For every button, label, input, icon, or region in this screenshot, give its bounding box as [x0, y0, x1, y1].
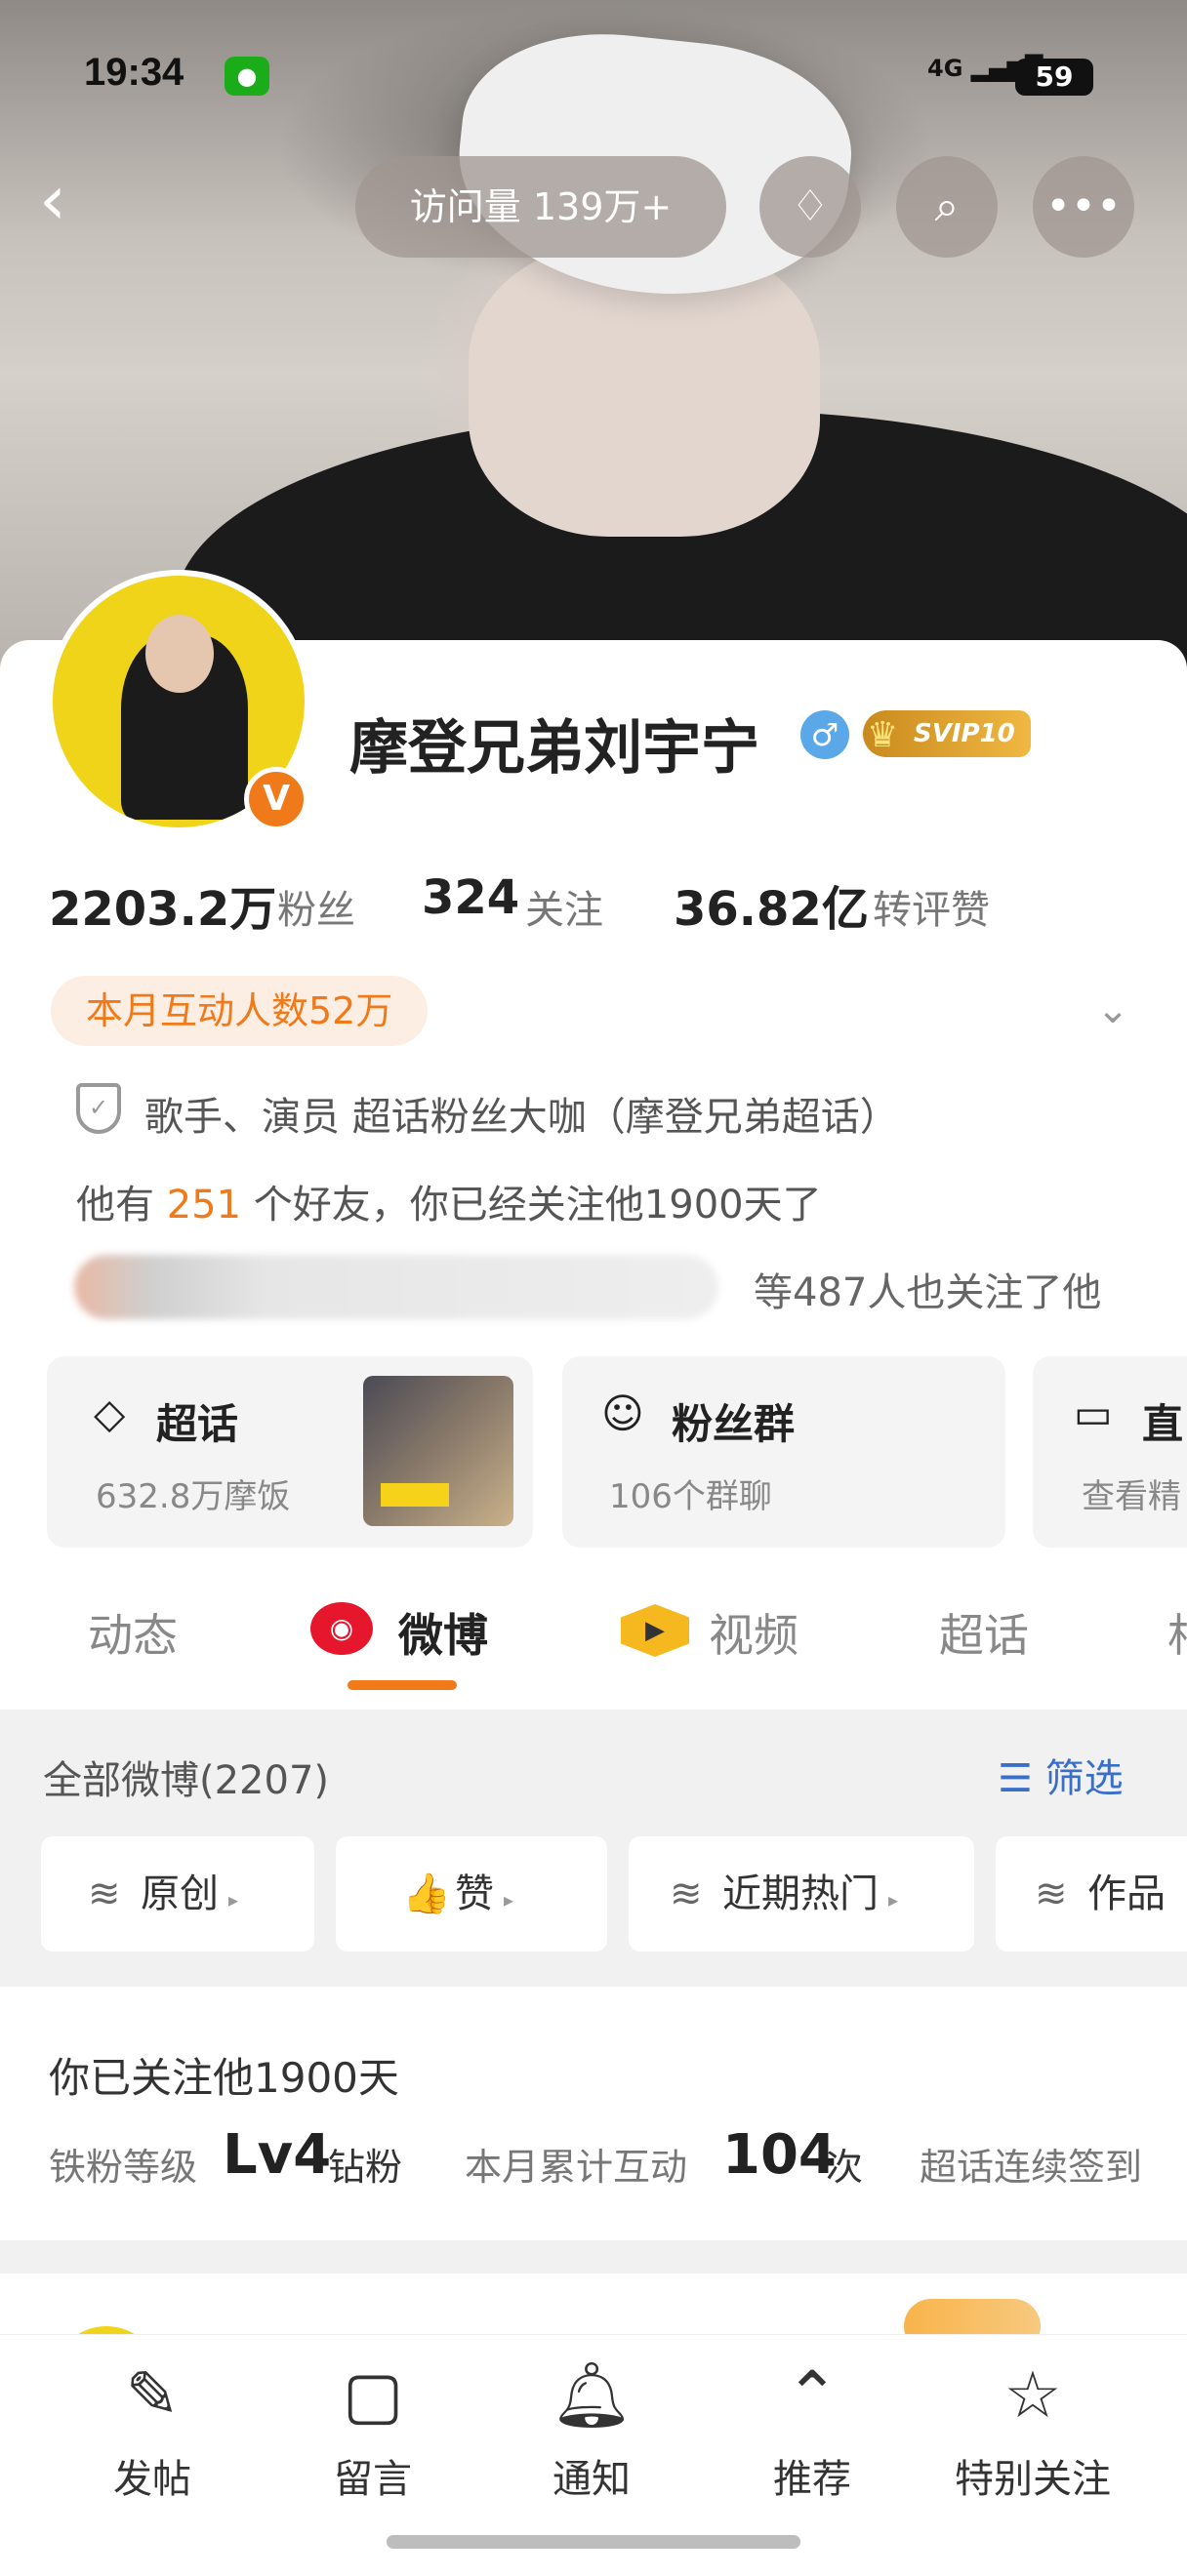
tab-active-indicator [348, 1680, 457, 1690]
battery-icon: 59 [1015, 59, 1093, 96]
follow-duration: 你已关注他1900天 [49, 2054, 399, 2102]
back-button[interactable]: ‹ [39, 166, 98, 244]
message-icon: ▢ [342, 2357, 404, 2433]
chevron-down-icon[interactable]: ⌄ [1084, 981, 1142, 1039]
verification-text: 歌手、演员 超话粉丝大咖（摩登兄弟超话） [144, 1095, 899, 1140]
diamond-icon: ◇ [94, 1389, 126, 1437]
chip-liked[interactable]: 👍 赞 ▸ [336, 1836, 607, 1952]
nav-notify[interactable]: 🔔︎ 通知 [494, 2352, 689, 2504]
layers-icon: ≋ [670, 1872, 703, 1916]
nav-recommend[interactable]: ⌃ 推荐 [715, 2352, 910, 2504]
tile-live-sub: 查看精 [1082, 1477, 1181, 1516]
fan-level-label: 铁粉等级 [49, 2146, 198, 2189]
network-type: 4G [927, 55, 963, 82]
crown-icon: ♛ [867, 715, 899, 755]
friends-info[interactable]: 他有 251 个好友，你已经关注他1900天了 [76, 1173, 822, 1229]
tile-super-topic-title: 超话 [156, 1400, 239, 1448]
super-topic-thumbnail [363, 1376, 513, 1526]
weibo-icon: ◉ [310, 1602, 373, 1655]
monthly-interact-value: 104 [722, 2123, 837, 2187]
status-time: 19:34 [84, 51, 184, 94]
home-indicator[interactable] [387, 2535, 800, 2549]
tile-live[interactable] [1033, 1356, 1187, 1548]
tab-more[interactable]: 相 [1167, 1600, 1187, 1665]
verified-badge-icon: V [244, 767, 308, 831]
following-label[interactable]: 关注 [525, 878, 603, 935]
tile-fan-group[interactable] [562, 1356, 1005, 1548]
likes-count: 36.82亿 [674, 882, 869, 937]
tab-video[interactable]: 视频 [709, 1600, 798, 1665]
chevron-up-circle-icon: ⌃ [785, 2357, 839, 2433]
more-icon[interactable]: ••• [1033, 156, 1134, 258]
all-weibo-count: 全部微博(2207) [43, 1758, 330, 1803]
chip-original[interactable]: ≋ 原创 ▸ [41, 1836, 314, 1952]
chip-trending[interactable]: ≋ 近期热门 ▸ [629, 1836, 974, 1952]
profile-name: 摩登兄弟刘宇宁 [349, 714, 759, 783]
male-icon: ♂ [800, 710, 849, 759]
friends-count: 251 [166, 1183, 242, 1228]
visit-count-pill[interactable]: 访问量 139万+ [355, 156, 726, 258]
also-follow-text[interactable]: 等487人也关注了他 [754, 1261, 1101, 1317]
wechat-icon: ● [225, 57, 269, 96]
following-count[interactable]: 324 [422, 870, 519, 925]
tile-fan-group-sub: 106个群聊 [609, 1477, 772, 1516]
tile-live-title: 直 [1142, 1400, 1184, 1448]
monthly-interact-label: 本月累计互动 [465, 2146, 688, 2189]
follow-info-card [0, 1987, 1187, 2240]
tab-weibo[interactable]: 微博 [398, 1600, 488, 1665]
followers-count[interactable]: 2203.2万 [49, 870, 276, 939]
monthly-interact-unit: 次 [826, 2146, 864, 2189]
users-icon: ☺ [601, 1389, 644, 1437]
tv-icon: ▭ [1074, 1389, 1113, 1437]
chip-works[interactable]: ≋ 作品 [996, 1836, 1187, 1952]
search-icon[interactable]: ⌕ [896, 156, 998, 258]
monthly-interaction-badge[interactable]: 本月互动人数52万 [51, 976, 429, 1046]
tile-fan-group-title: 粉丝群 [672, 1400, 796, 1448]
pencil-icon: ✎ [125, 2357, 180, 2433]
thumbs-up-icon: 👍 [402, 1872, 451, 1916]
gift-icon[interactable]: ♢ [759, 156, 861, 258]
layers-icon: ≋ [88, 1872, 121, 1916]
user-star-icon: ☆ [1003, 2357, 1062, 2433]
nav-post[interactable]: ✎ 发帖 [55, 2352, 250, 2504]
svip-badge[interactable]: ♛ SVIP10 [863, 710, 1031, 757]
filter-icon: ☰ [998, 1756, 1033, 1801]
tab-feed[interactable]: 动态 [88, 1600, 178, 1665]
tile-super-topic-sub: 632.8万摩饭 [96, 1477, 291, 1516]
tab-super-topic[interactable]: 超话 [939, 1600, 1029, 1665]
fan-level-unit: 钻粉 [328, 2146, 403, 2189]
checkin-label: 超话连续签到 [920, 2146, 1143, 2189]
layers-icon: ≋ [1035, 1872, 1068, 1916]
nav-special-follow[interactable]: ☆ 特别关注 [935, 2352, 1130, 2504]
followers-label[interactable]: 粉丝 [277, 878, 355, 935]
blurred-followers-preview [74, 1255, 718, 1319]
filter-button[interactable]: ☰ 筛选 [998, 1747, 1124, 1803]
fan-level-value: Lv4 [223, 2123, 332, 2187]
shield-icon: ✓ [76, 1083, 121, 1134]
bell-icon: 🔔︎ [551, 2357, 633, 2433]
nav-message[interactable]: ▢ 留言 [275, 2352, 471, 2504]
likes-label: 转评赞 [873, 888, 990, 933]
